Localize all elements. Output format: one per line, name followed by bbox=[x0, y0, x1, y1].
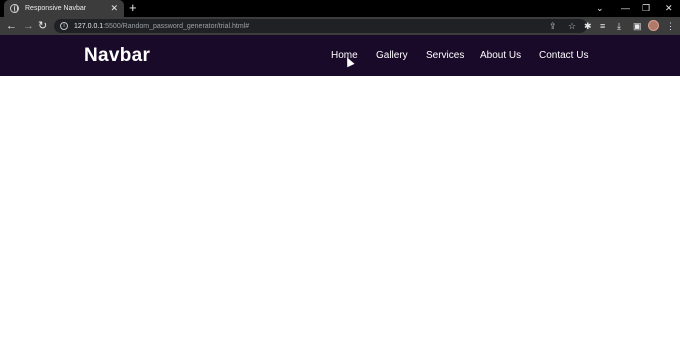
nav-link-gallery[interactable]: Gallery bbox=[376, 49, 408, 63]
url-host: 127.0.0.1 bbox=[74, 22, 104, 30]
browser-tab[interactable]: Responsive Navbar ✕ bbox=[4, 0, 124, 17]
side-panel-icon[interactable]: ▣ bbox=[633, 20, 642, 32]
globe-icon bbox=[10, 4, 19, 13]
menu-icon[interactable]: ⋮ bbox=[666, 20, 675, 32]
reading-list-icon[interactable]: ≡ bbox=[600, 20, 605, 32]
star-icon[interactable]: ☆ bbox=[568, 20, 576, 32]
tab-strip: Responsive Navbar ✕ + ⌄ — ❐ ✕ bbox=[0, 0, 680, 17]
info-icon[interactable]: i bbox=[60, 22, 68, 30]
window-close-button[interactable]: ✕ bbox=[665, 2, 673, 14]
site-navbar: Navbar Home Gallery Services About Us Co… bbox=[0, 35, 680, 76]
avatar[interactable] bbox=[648, 20, 659, 31]
browser-toolbar: ← → ↻ i 127.0.0.1:5500/Random_password_g… bbox=[0, 17, 680, 35]
nav-link-about-us[interactable]: About Us bbox=[480, 49, 521, 63]
tab-title: Responsive Navbar bbox=[25, 5, 87, 12]
page-body bbox=[0, 76, 680, 360]
url-text[interactable]: 127.0.0.1:5500/Random_password_generator… bbox=[74, 23, 249, 30]
reload-button[interactable]: ↻ bbox=[38, 19, 47, 33]
new-tab-button[interactable]: + bbox=[129, 1, 137, 15]
url-path: :5500/Random_password_generator/trial.ht… bbox=[103, 22, 250, 30]
forward-button[interactable]: → bbox=[23, 19, 34, 33]
download-icon[interactable]: ⤓ bbox=[617, 20, 621, 32]
tab-search-icon[interactable]: ⌄ bbox=[596, 2, 604, 14]
minimize-button[interactable]: — bbox=[621, 2, 630, 14]
nav-link-services[interactable]: Services bbox=[426, 49, 464, 63]
share-icon[interactable]: ⇪ bbox=[549, 20, 557, 32]
nav-link-contact-us[interactable]: Contact Us bbox=[539, 49, 588, 63]
restore-button[interactable]: ❐ bbox=[642, 2, 650, 14]
puzzle-icon[interactable]: ✱ bbox=[584, 20, 592, 32]
tab-close-icon[interactable]: ✕ bbox=[110, 4, 118, 13]
back-button[interactable]: ← bbox=[6, 19, 17, 33]
brand-logo[interactable]: Navbar bbox=[84, 45, 150, 67]
address-bar[interactable]: i 127.0.0.1:5500/Random_password_generat… bbox=[54, 19, 587, 33]
